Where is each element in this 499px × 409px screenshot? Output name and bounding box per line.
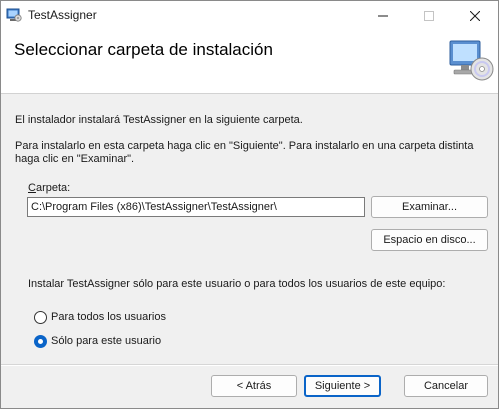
- footer-divider: [1, 364, 498, 366]
- window-title: TestAssigner: [28, 8, 97, 22]
- title-bar[interactable]: TestAssigner: [1, 1, 498, 31]
- back-button[interactable]: < Atrás: [211, 375, 297, 397]
- close-icon: [470, 11, 480, 21]
- radio-this-user[interactable]: [34, 335, 47, 348]
- radio-all-users[interactable]: [34, 311, 47, 324]
- folder-label-text: arpeta:: [35, 182, 71, 194]
- minimize-button[interactable]: [360, 1, 406, 31]
- help-text: Para instalarlo en esta carpeta haga cli…: [15, 140, 474, 165]
- browse-button[interactable]: Examinar...: [371, 196, 488, 218]
- minimize-icon: [378, 15, 388, 17]
- maximize-icon: [424, 11, 434, 21]
- page-title: Seleccionar carpeta de instalación: [14, 40, 273, 59]
- installer-app-icon: [6, 8, 22, 22]
- installer-window: TestAssigner Seleccionar carpeta de inst…: [0, 0, 499, 409]
- folder-label: Carpeta:: [28, 182, 70, 195]
- radio-this-user-label[interactable]: Sólo para este usuario: [51, 335, 161, 348]
- folder-path-input[interactable]: [27, 197, 365, 217]
- disk-space-button[interactable]: Espacio en disco...: [371, 229, 488, 251]
- install-scope-question: Instalar TestAssigner sólo para este usu…: [28, 278, 446, 290]
- intro-text: El instalador instalará TestAssigner en …: [15, 114, 303, 126]
- radio-all-users-label[interactable]: Para todos los usuarios: [51, 311, 166, 324]
- folder-label-accelerator: C: [28, 182, 36, 194]
- cancel-button[interactable]: Cancelar: [404, 375, 488, 397]
- close-button[interactable]: [452, 1, 498, 31]
- computer-disc-icon: [449, 40, 494, 81]
- maximize-button[interactable]: [406, 1, 452, 31]
- next-button[interactable]: Siguiente >: [304, 375, 381, 397]
- header-banner: Seleccionar carpeta de instalación: [1, 31, 498, 94]
